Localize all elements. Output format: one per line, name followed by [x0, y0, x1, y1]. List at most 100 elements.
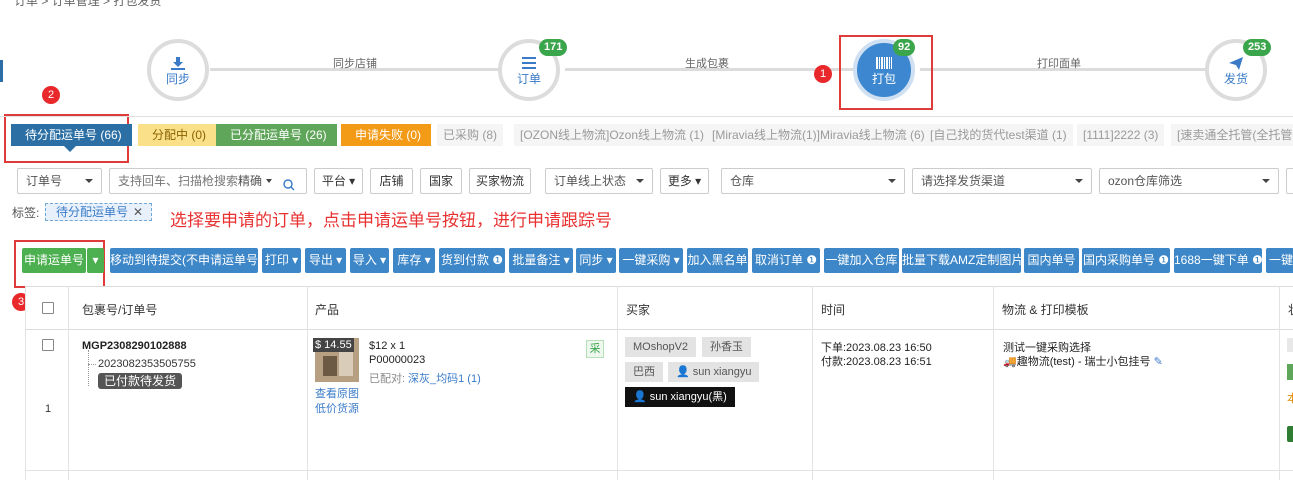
country-filter[interactable]: 国家 [420, 168, 462, 194]
marker-2: 2 [42, 86, 60, 104]
chevron-down-icon [1262, 179, 1270, 183]
info-icon: ❶ [806, 253, 818, 267]
inventory-button[interactable]: 库存 ▾ [393, 248, 435, 273]
send-icon [1209, 57, 1263, 72]
row-checkbox[interactable] [42, 339, 54, 351]
tag-chip[interactable]: 待分配运单号 ✕ [45, 203, 152, 221]
sidebar-edge [0, 60, 3, 82]
order-status-badge: 已付款待发货 [98, 373, 183, 389]
ozon-warehouse-select[interactable]: ozon仓库筛选 [1099, 168, 1279, 194]
tab-aliexpress[interactable]: [速卖通全托管(全托管CS [1171, 124, 1293, 146]
tab-miravia-logistics[interactable]: [Miravia线上物流(1)]Miravia线上物流 (6) [706, 124, 931, 146]
country-tag: 巴西 [625, 362, 663, 382]
column-header-time: 时间 [821, 303, 846, 317]
channel-select[interactable]: 请选择发货渠道 [912, 168, 1092, 194]
instruction-text: 选择要申请的订单，点击申请运单号按钮，进行申请跟踪号 [170, 211, 612, 230]
domestic-tracking-button[interactable]: 国内单号 [1024, 248, 1079, 273]
blacklist-tag[interactable]: 👤 sun xiangyu(黑) [625, 387, 735, 407]
chevron-down-icon [1075, 179, 1083, 183]
breadcrumb: 订单 > 订单管理 > 打包发货 [14, 0, 162, 8]
payment-time: 付款:2023.08.23 16:51 [821, 356, 932, 368]
download-amz-images-button[interactable]: 批量下载AMZ定制图片 [902, 248, 1023, 273]
tab-ozon-logistics[interactable]: [OZON线上物流]Ozon线上物流 (1) [514, 124, 711, 146]
matched-variant-link[interactable]: 深灰_均码1 (1) [408, 370, 481, 386]
user-icon: 👤 [633, 391, 647, 403]
export-button[interactable]: 导出 ▾ [305, 248, 346, 273]
info-icon: ❶ [1252, 253, 1263, 267]
close-icon[interactable]: ✕ [133, 204, 143, 220]
tab-purchased[interactable]: 已采购 (8) [437, 124, 504, 146]
ship-count-badge: 253 [1243, 39, 1272, 56]
bulk-remark-button[interactable]: 批量备注 ▾ [509, 248, 573, 273]
search-input[interactable]: 支持回车、扫描枪搜索 精确 [109, 168, 307, 194]
purchase-tag[interactable]: 采 [586, 340, 604, 358]
add-blacklist-button[interactable]: 加入黑名单 [687, 248, 748, 273]
add-to-warehouse-button[interactable]: 一键加入仓库 [824, 248, 899, 273]
row-index: 1 [45, 403, 52, 415]
more-action-button[interactable]: 一键 [1266, 248, 1293, 273]
chevron-down-icon [266, 179, 272, 183]
info-icon: ❶ [492, 253, 504, 267]
precision-select[interactable]: 精确 [238, 169, 262, 193]
table-header [25, 286, 1293, 330]
print-button[interactable]: 打印 ▾ [262, 248, 301, 273]
step-line-label: 同步店铺 [333, 58, 377, 70]
edit-icon[interactable]: ✎ [1154, 356, 1163, 368]
buyer-user-tag: 👤 sun xiangyu [668, 362, 760, 382]
truck-icon: 🚚 [1003, 356, 1017, 368]
sync-button[interactable]: 同步 ▾ [576, 248, 616, 273]
step-line-label: 生成包裹 [685, 58, 729, 70]
cod-button[interactable]: 货到付款 ❶ [439, 248, 505, 273]
extra-filter[interactable] [1286, 168, 1293, 194]
tab-test-channel[interactable]: [自己找的货代test渠道 (1) [924, 124, 1073, 146]
product-sku: P00000023 [369, 354, 426, 366]
marker-1: 1 [814, 65, 832, 83]
highlight-box-pack [839, 35, 933, 110]
order-no-select[interactable]: 订单号 [17, 168, 102, 194]
tab-1111[interactable]: [1111]2222 (3) [1077, 124, 1165, 146]
view-original-image-link[interactable]: 查看原图 [315, 385, 359, 401]
move-to-pending-button[interactable]: 移动到待提交(不申请运单号) [110, 248, 262, 273]
more-filter[interactable]: 更多 ▾ [660, 168, 709, 194]
step-label: 发货 [1223, 72, 1248, 86]
cancel-order-button[interactable]: 取消订单 ❶ [752, 248, 820, 273]
domestic-purchase-button[interactable]: 国内采购单号 ❶ [1082, 248, 1170, 273]
package-number: MGP2308290102888 [82, 340, 187, 352]
step-label: 订单 [516, 72, 541, 86]
warehouse-select[interactable]: 仓库 [721, 168, 905, 194]
platform-filter[interactable]: 平台 ▾ [314, 168, 363, 194]
import-button[interactable]: 导入 ▾ [350, 248, 389, 273]
column-header-product: 产品 [315, 303, 340, 317]
chevron-down-icon [85, 179, 93, 183]
chevron-down-icon [636, 179, 644, 183]
online-status-select[interactable]: 订单线上状态 [545, 168, 653, 194]
buyer-name-tag: 孙香玉 [702, 337, 751, 357]
tab-assigned[interactable]: 已分配运单号 (26) [216, 124, 337, 146]
search-icon[interactable] [283, 175, 295, 193]
price-quantity: $12 x 1 [369, 340, 406, 352]
step-label: 同步 [165, 72, 190, 86]
column-header-status: 状 [1288, 301, 1293, 318]
step-sync[interactable]: 同步 [147, 39, 209, 101]
order-number: 2023082353505755 [98, 358, 196, 370]
tab-failed[interactable]: 申请失败 (0) [341, 124, 432, 146]
buyer-logistics-filter[interactable]: 买家物流 [469, 168, 531, 194]
chevron-down-icon [888, 179, 896, 183]
info-icon: ❶ [1158, 253, 1170, 267]
table-row[interactable]: 1 MGP2308290102888 2023082353505755 已付款待… [25, 330, 1293, 470]
apply-tracking-button[interactable]: 申请运单号 [22, 248, 86, 273]
store-filter[interactable]: 店铺 [370, 168, 413, 194]
orders-count-badge: 171 [539, 39, 568, 56]
tab-assigning[interactable]: 分配中 (0) [138, 124, 217, 146]
tab-pointer [64, 146, 76, 152]
tabs-divider [0, 116, 1293, 117]
low-price-source-link[interactable]: 低价货源 [315, 400, 359, 416]
step-line-label: 打印面单 [1037, 58, 1081, 70]
download-icon [151, 57, 205, 72]
one-click-purchase-button[interactable]: 一键采购 ▾ [619, 248, 683, 273]
column-header-logistics: 物流 & 打印模板 [1002, 303, 1089, 317]
select-all-checkbox[interactable] [42, 302, 54, 314]
apply-tracking-dropdown[interactable]: ▾ [87, 248, 104, 273]
tab-pending-tracking[interactable]: 待分配运单号 (66) [11, 124, 132, 146]
1688-order-button[interactable]: 1688一键下单 ❶ [1174, 248, 1263, 273]
